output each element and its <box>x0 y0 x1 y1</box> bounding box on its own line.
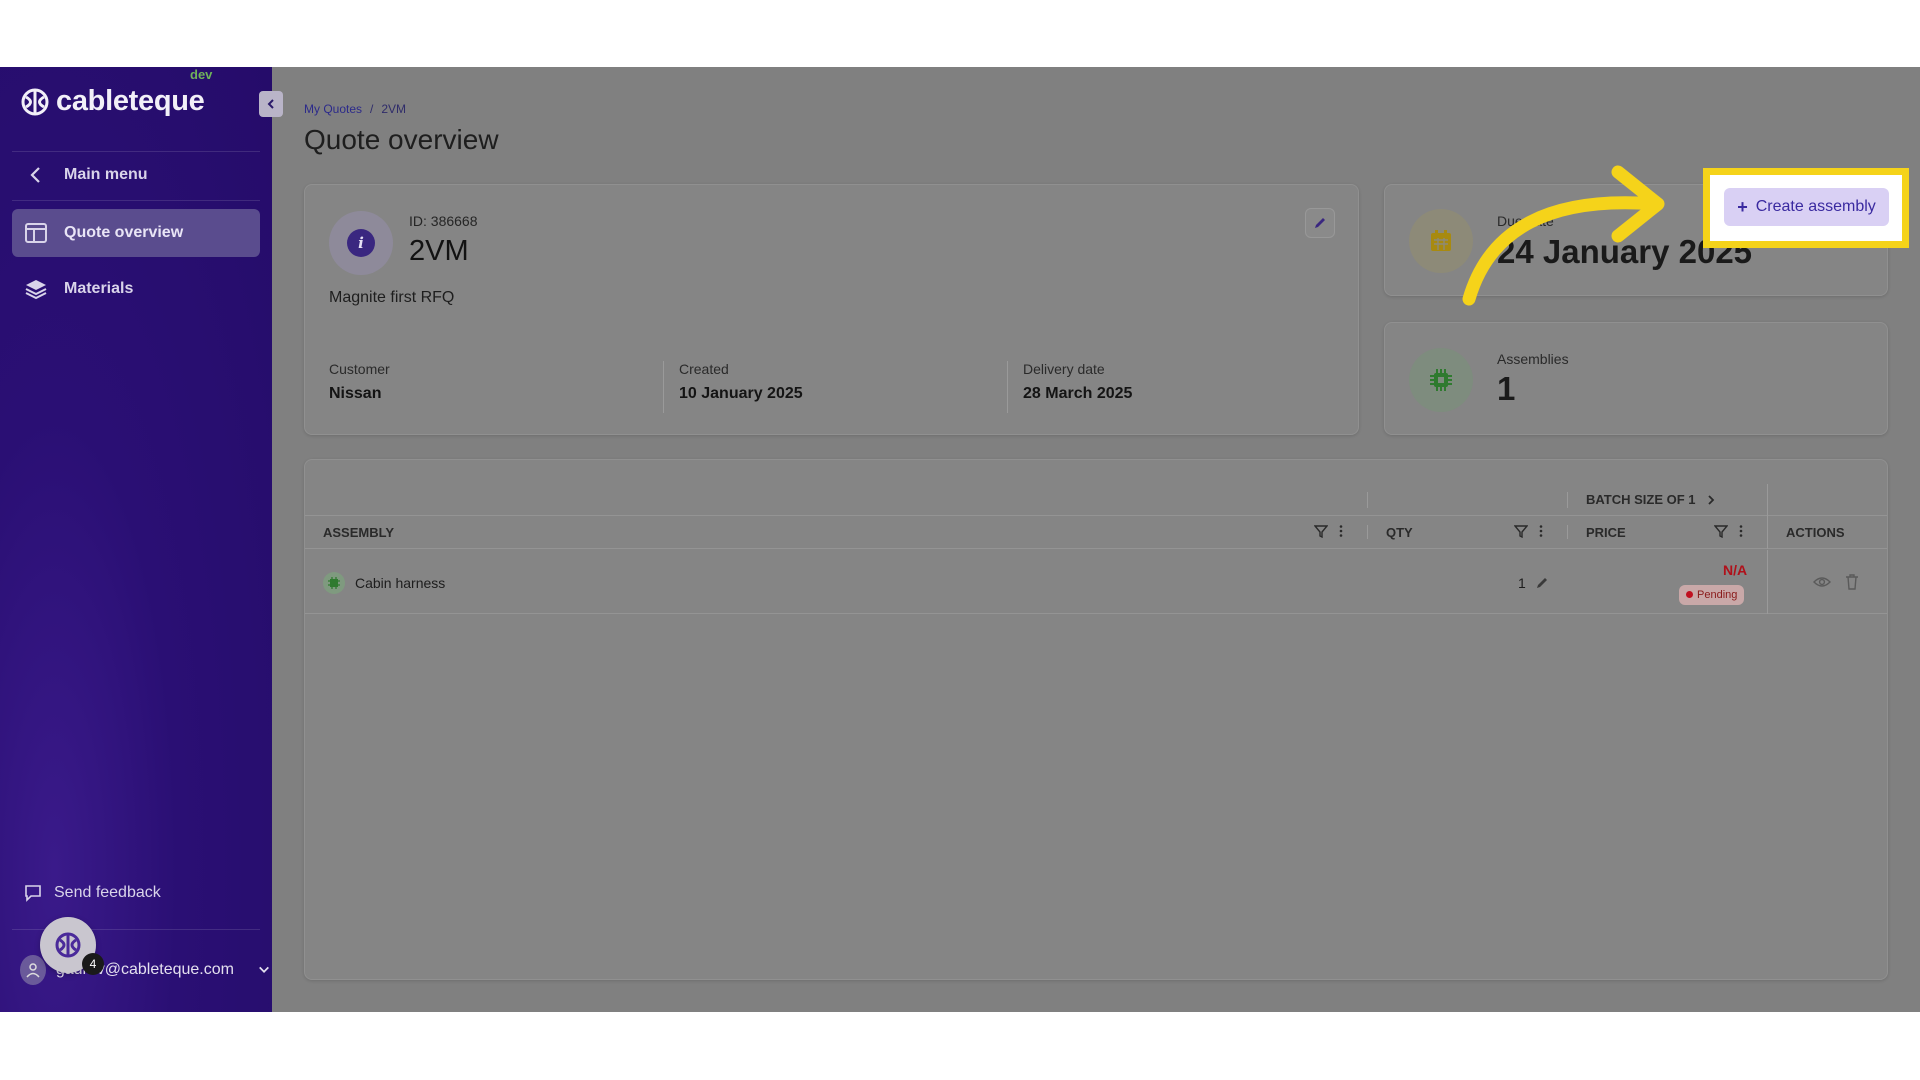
info-icon: i <box>329 211 393 275</box>
env-tag: dev <box>190 67 213 82</box>
chevron-left-icon <box>267 99 274 109</box>
page-title: Quote overview <box>304 124 499 155</box>
column-header-price[interactable]: PRICE <box>1586 525 1626 540</box>
quote-description: Magnite first RFQ <box>329 289 455 306</box>
logo[interactable]: cableteque <box>20 85 205 118</box>
divider <box>1367 525 1368 539</box>
table-row[interactable]: Cabin harness 1 N/A Pending <box>305 550 1887 614</box>
assembly-table: BATCH SIZE OF 1 ASSEMBLY QTY PRICE ACTIO… <box>304 459 1888 980</box>
sidebar-item-label: Materials <box>64 280 134 297</box>
quote-name: 2VM <box>409 235 469 267</box>
breadcrumb-my-quotes[interactable]: My Quotes <box>304 102 362 116</box>
assemblies-card: Assemblies 1 <box>1384 322 1888 435</box>
column-header-assembly[interactable]: ASSEMBLY <box>323 525 394 540</box>
divider <box>1367 492 1368 508</box>
column-header-actions: ACTIONS <box>1786 525 1845 540</box>
chevron-down-icon <box>259 966 269 973</box>
sidebar-item-label: Quote overview <box>64 224 184 241</box>
filter-icon[interactable] <box>1514 524 1528 538</box>
trash-icon[interactable] <box>1845 574 1859 590</box>
filter-icon[interactable] <box>1314 524 1328 538</box>
delivery-field: Delivery date 28 March 2025 <box>1023 361 1132 413</box>
collapse-sidebar-button[interactable] <box>259 91 283 117</box>
sidebar-item-materials[interactable]: Materials <box>12 265 260 313</box>
filter-icon[interactable] <box>1714 524 1728 538</box>
logo-text: cableteque <box>56 85 205 117</box>
send-feedback-label: Send feedback <box>54 884 161 901</box>
table-header-row: ASSEMBLY QTY PRICE ACTIONS <box>305 516 1887 549</box>
notification-count-badge: 4 <box>82 953 104 975</box>
column-menu-icon[interactable] <box>1738 524 1744 538</box>
chip-icon <box>323 572 345 594</box>
delivery-value: 28 March 2025 <box>1023 385 1133 402</box>
qty-value: 1 <box>1518 575 1526 591</box>
edit-quote-button[interactable] <box>1305 208 1335 238</box>
divider <box>1567 525 1568 539</box>
batch-size-toggle[interactable]: BATCH SIZE OF 1 <box>1586 492 1716 507</box>
breadcrumb-current: 2VM <box>381 102 407 116</box>
status-badge: Pending <box>1679 585 1745 605</box>
divider <box>1767 484 1768 516</box>
main-menu-label: Main menu <box>64 166 148 183</box>
pencil-icon[interactable] <box>1535 576 1549 590</box>
layout-icon <box>24 221 48 245</box>
create-assembly-label: Create assembly <box>1755 198 1876 215</box>
customer-label: Customer <box>329 361 390 377</box>
batch-size-label: BATCH SIZE OF 1 <box>1586 492 1696 507</box>
cableteque-logo-icon <box>21 88 49 115</box>
pencil-icon <box>1315 218 1325 228</box>
quote-info-card: i ID: 386668 2VM Magnite first RFQ Custo… <box>304 184 1359 435</box>
divider <box>1007 361 1008 413</box>
create-assembly-button[interactable]: + Create assembly <box>1724 188 1889 226</box>
assembly-name[interactable]: Cabin harness <box>355 575 445 591</box>
column-menu-icon[interactable] <box>1538 524 1544 538</box>
breadcrumb: My Quotes / 2VM <box>304 102 406 116</box>
layers-icon <box>24 277 48 301</box>
chip-icon <box>1409 348 1473 412</box>
breadcrumb-separator: / <box>370 102 374 116</box>
pointer-arrow-icon <box>1462 165 1665 306</box>
assemblies-value: 1 <box>1497 370 1516 407</box>
divider <box>1767 516 1768 549</box>
divider <box>1567 492 1568 508</box>
column-menu-icon[interactable] <box>1338 524 1344 538</box>
quote-id: ID: 386668 <box>409 213 478 229</box>
sidebar-divider <box>12 200 260 201</box>
message-icon <box>25 885 41 902</box>
table-group-header: BATCH SIZE OF 1 <box>305 484 1887 516</box>
user-icon <box>26 963 40 978</box>
plus-icon: + <box>1737 196 1748 217</box>
created-field: Created 10 January 2025 <box>679 361 803 413</box>
cableteque-logo-icon <box>55 932 81 958</box>
send-feedback-link[interactable]: Send feedback <box>24 884 161 902</box>
avatar <box>20 955 46 985</box>
main-menu-back[interactable]: Main menu <box>12 151 260 199</box>
eye-icon[interactable] <box>1813 575 1831 589</box>
chevron-right-icon <box>1707 494 1714 505</box>
sidebar-item-quote-overview[interactable]: Quote overview <box>12 209 260 257</box>
sidebar: cableteque dev Main menu Quote overview <box>0 67 283 1012</box>
column-header-qty[interactable]: QTY <box>1386 525 1413 540</box>
created-label: Created <box>679 361 729 377</box>
assemblies-label: Assemblies <box>1497 351 1569 367</box>
delivery-label: Delivery date <box>1023 361 1105 377</box>
price-value: N/A <box>1723 562 1748 578</box>
app-window: cableteque dev Main menu Quote overview <box>0 67 1920 1012</box>
created-value: 10 January 2025 <box>679 385 803 402</box>
customer-field: Customer Nissan <box>329 361 390 413</box>
divider <box>1767 550 1768 614</box>
divider <box>663 361 664 413</box>
customer-value: Nissan <box>329 385 382 402</box>
arrow-left-icon <box>24 163 48 187</box>
